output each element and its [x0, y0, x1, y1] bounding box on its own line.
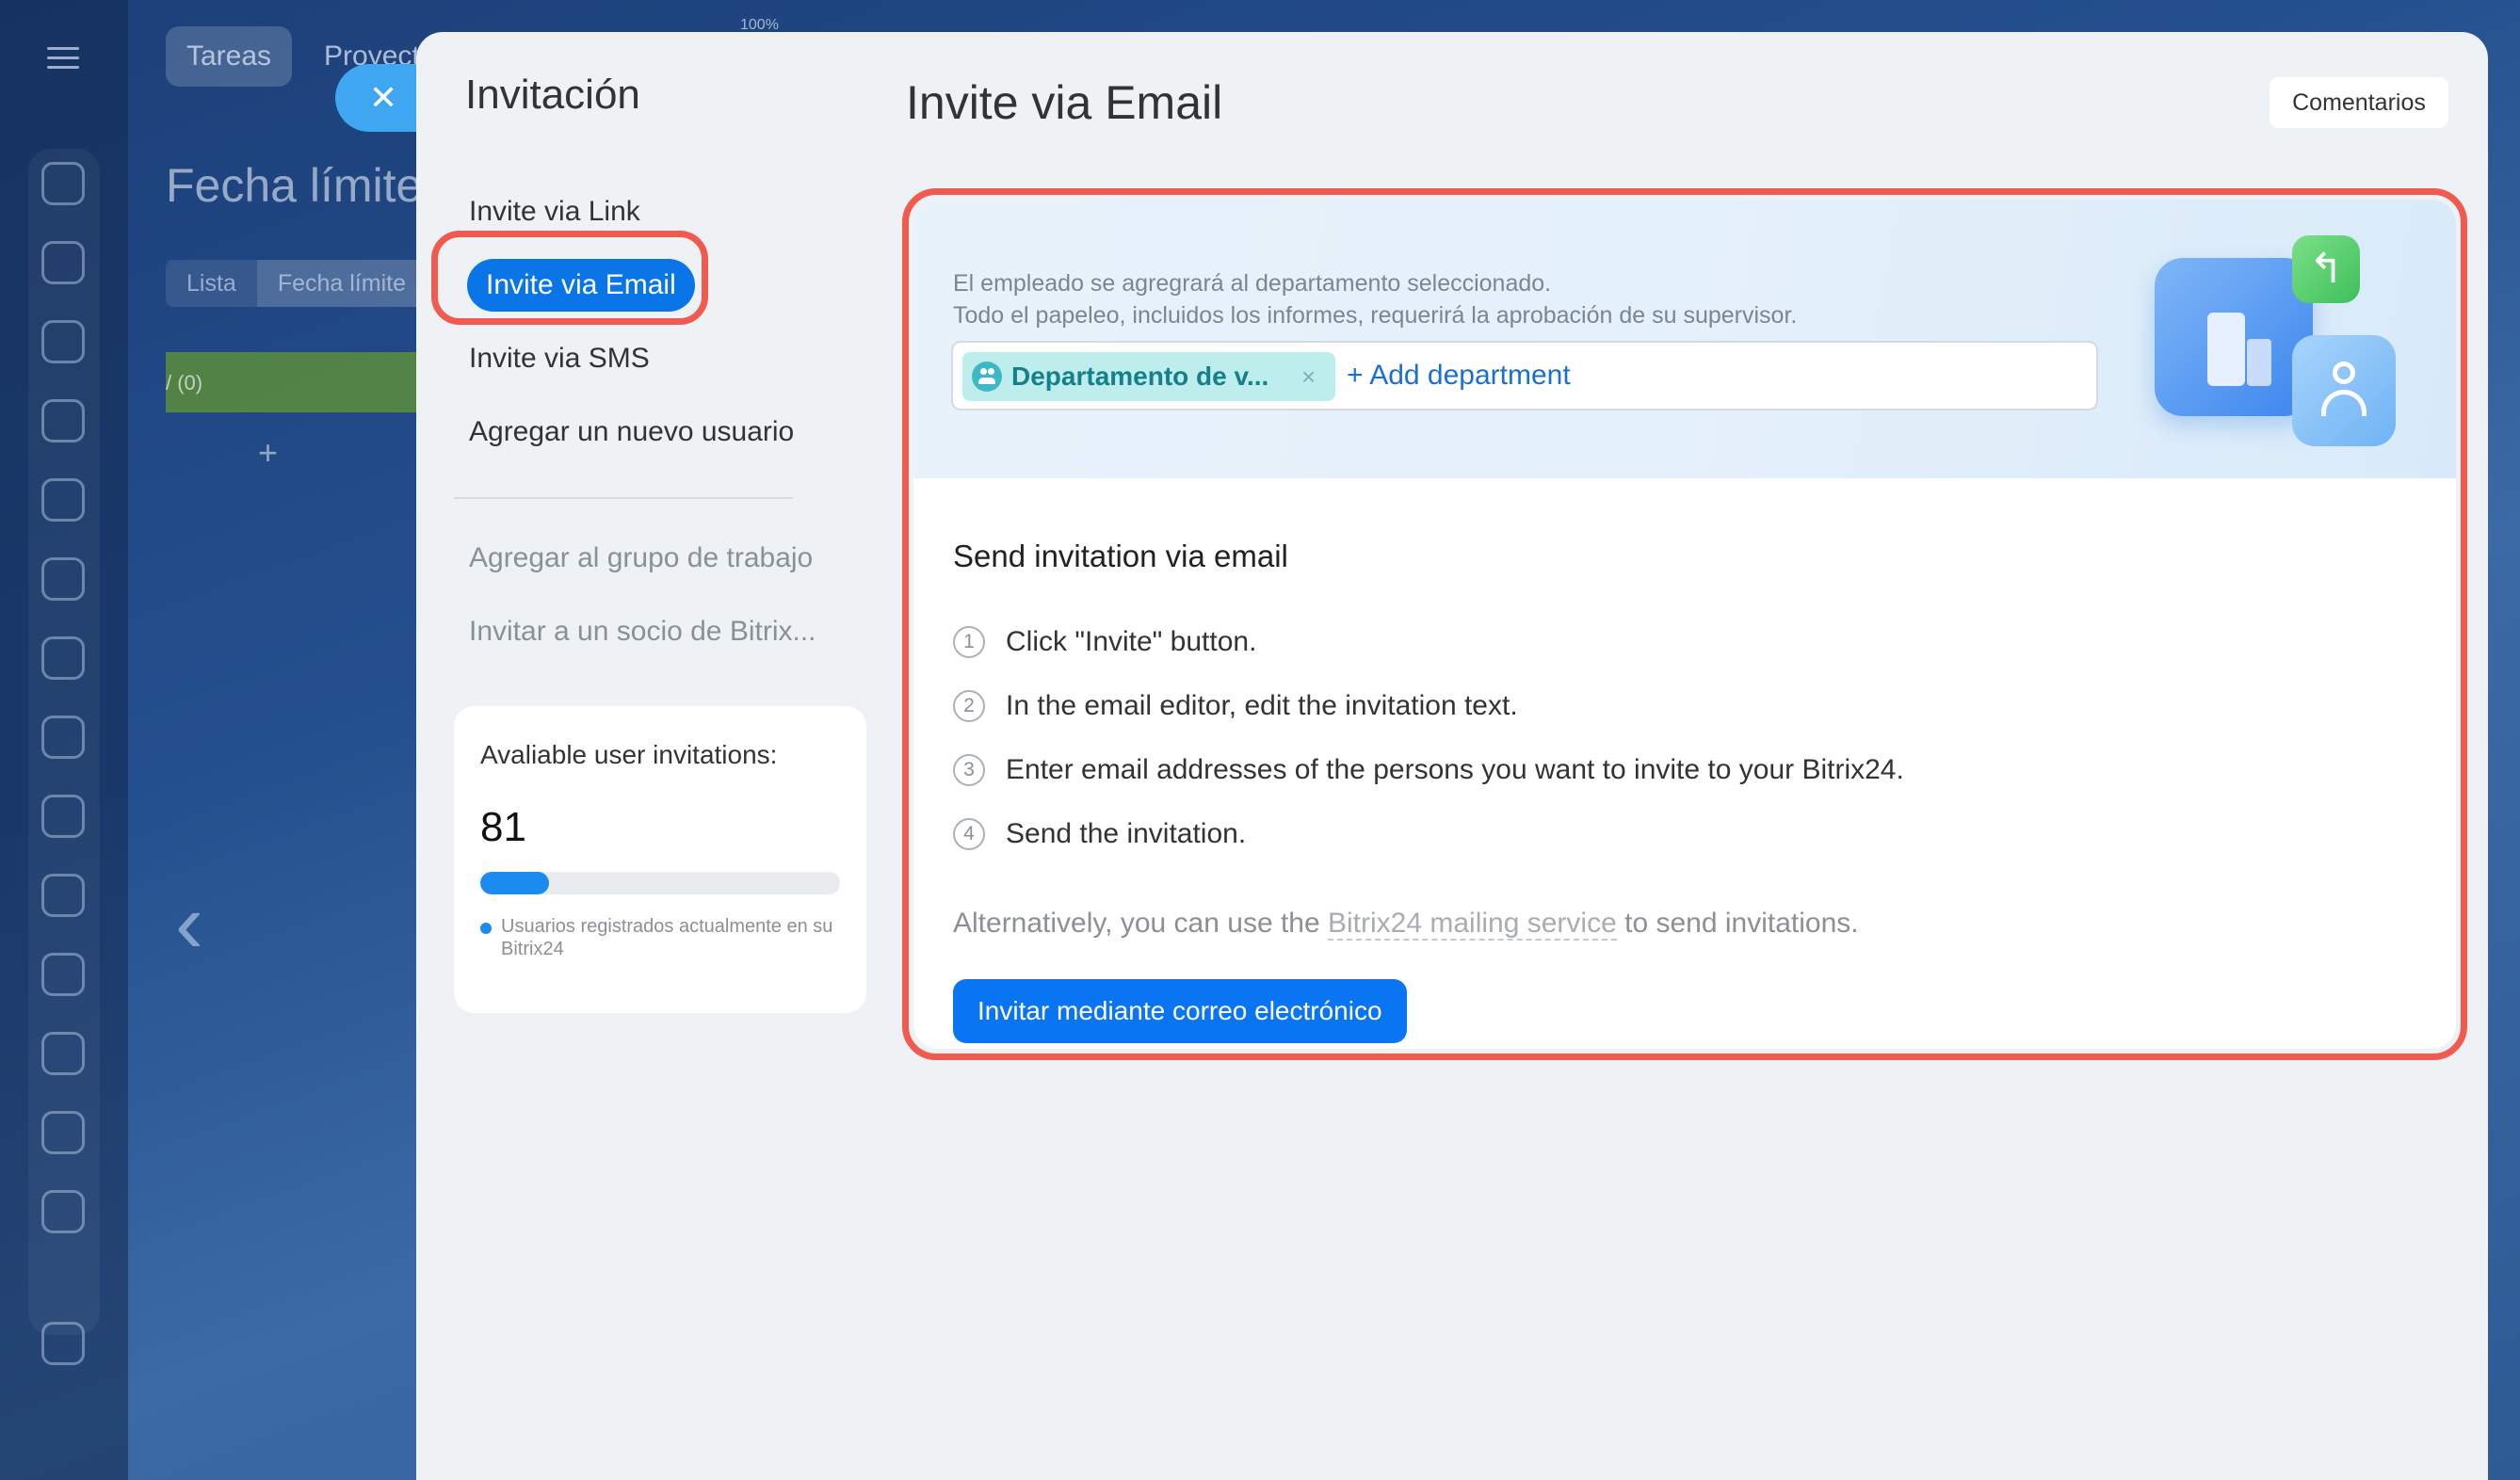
- bg-back-arrow-icon[interactable]: ‹: [175, 876, 203, 973]
- department-section: El empleado se agregrará al departamento…: [913, 200, 2456, 478]
- bg-view-switcher: Lista Fecha límite: [166, 260, 427, 307]
- steps-list: 1 Click "Invite" button. 2 In the email …: [953, 610, 1904, 866]
- drive-icon[interactable]: [41, 478, 85, 522]
- invitations-card: Avaliable user invitations: 81 Usuarios …: [454, 706, 866, 1013]
- comments-button[interactable]: Comentarios: [2270, 77, 2448, 128]
- alt-prefix: Alternatively, you can use the: [953, 908, 1328, 939]
- menu-icon[interactable]: [47, 47, 79, 70]
- nav-item-invite-partner[interactable]: Invitar a un socio de Bitrix...: [469, 616, 816, 648]
- nav-item-invite-email[interactable]: Invite via Email: [450, 249, 855, 322]
- step-text: Click "Invite" button.: [1006, 626, 1257, 657]
- nav-item-add-workgroup[interactable]: Agregar al grupo de trabajo: [469, 542, 813, 574]
- add-department-link[interactable]: + Add department: [1347, 343, 1571, 409]
- department-selector[interactable]: Departamento de v... × + Add department: [951, 341, 2098, 410]
- mailing-service-link[interactable]: Bitrix24 mailing service: [1328, 908, 1617, 941]
- remove-tag-icon[interactable]: ×: [1301, 352, 1316, 401]
- nav-item-label: Invite via Link: [469, 196, 640, 227]
- nav-item-invite-link[interactable]: Invite via Link: [450, 175, 855, 249]
- feed-icon[interactable]: [41, 320, 85, 363]
- invitations-legend: Usuarios registrados actualmente en su B…: [480, 915, 848, 960]
- invitation-panel: Invitación Invite via Link Invite via Em…: [416, 32, 2488, 1480]
- bg-page-title: Fecha límite: [166, 159, 423, 212]
- step-item: 3 Enter email addresses of the persons y…: [953, 738, 1904, 802]
- page-title: Invite via Email: [906, 76, 1223, 129]
- step-item: 4 Send the invitation.: [953, 802, 1904, 866]
- users-icon[interactable]: [41, 1190, 85, 1233]
- bg-view-deadline[interactable]: Fecha límite: [256, 260, 427, 307]
- card-icon[interactable]: [41, 1032, 85, 1075]
- invite-by-email-button[interactable]: Invitar mediante correo electrónico: [953, 979, 1407, 1043]
- department-hint: El empleado se agregrará al departamento…: [953, 267, 1797, 331]
- invitations-label: Avaliable user invitations:: [480, 740, 778, 769]
- store-icon[interactable]: [41, 874, 85, 917]
- user-head-icon: [2333, 362, 2355, 384]
- document-icon[interactable]: [41, 795, 85, 838]
- invitations-progress-bar: [480, 872, 840, 894]
- close-slider-button[interactable]: ✕: [335, 64, 429, 132]
- nav-item-label: Invite via Email: [467, 259, 695, 312]
- user-tile-icon: [2292, 335, 2396, 446]
- nav-title: Invitación: [465, 72, 640, 118]
- department-tag-label: Departamento de v...: [1011, 362, 1269, 391]
- step-number: 2: [953, 690, 985, 722]
- bg-tab-tasks[interactable]: Tareas: [166, 26, 293, 87]
- reply-arrow-icon: ↰: [2292, 235, 2360, 303]
- rail-icon-1[interactable]: [41, 162, 85, 205]
- building-annex-icon: [2247, 339, 2271, 386]
- bg-kanban-column: / (0): [166, 352, 429, 412]
- robot-icon[interactable]: [41, 716, 85, 759]
- building-tile-icon: [2155, 258, 2313, 416]
- left-rail: [0, 0, 128, 1480]
- step-number: 1: [953, 626, 985, 658]
- step-text: Send the invitation.: [1006, 818, 1247, 849]
- invitations-legend-text: Usuarios registrados actualmente en su B…: [501, 916, 833, 959]
- alternative-text: Alternatively, you can use the Bitrix24 …: [953, 908, 1859, 941]
- stream-icon[interactable]: [41, 953, 85, 996]
- invite-email-card: El empleado se agregrará al departamento…: [913, 200, 2456, 1049]
- invitations-progress-fill: [480, 872, 549, 894]
- nav-item-label: Agregar un nuevo usuario: [469, 416, 795, 447]
- step-item: 1 Click "Invite" button.: [953, 610, 1904, 674]
- filter-icon[interactable]: [41, 399, 85, 442]
- nav-item-invite-sms[interactable]: Invite via SMS: [450, 322, 855, 395]
- department-hint-line1: El empleado se agregrará al departamento…: [953, 270, 1552, 297]
- department-users-icon: [972, 362, 1002, 392]
- nav-item-label: Invite via SMS: [469, 343, 650, 374]
- chat-icon[interactable]: [41, 241, 85, 284]
- bg-column-label: / (0): [166, 371, 203, 394]
- close-icon: ✕: [369, 78, 398, 117]
- steps-title: Send invitation via email: [953, 539, 1288, 573]
- step-item: 2 In the email editor, edit the invitati…: [953, 674, 1904, 738]
- gear-icon[interactable]: [41, 1322, 85, 1365]
- nav-list: Invite via Link Invite via Email Invite …: [450, 175, 855, 469]
- user-body-icon: [2321, 390, 2367, 416]
- nav-item-add-user[interactable]: Agregar un nuevo usuario: [450, 395, 855, 469]
- department-tag[interactable]: Departamento de v... ×: [962, 352, 1335, 401]
- department-illustration: ↰: [2155, 235, 2418, 452]
- nav-divider: [454, 497, 793, 499]
- department-hint-line2: Todo el papeleo, incluidos los informes,…: [953, 302, 1798, 329]
- alt-suffix: to send invitations.: [1616, 908, 1859, 939]
- legend-dot-icon: [480, 923, 492, 934]
- step-text: In the email editor, edit the invitation…: [1006, 690, 1518, 721]
- step-number: 3: [953, 754, 985, 786]
- settings-icon[interactable]: [41, 557, 85, 601]
- step-text: Enter email addresses of the persons you…: [1006, 754, 1904, 785]
- calendar-icon[interactable]: [41, 636, 85, 680]
- bg-view-list[interactable]: Lista: [166, 260, 257, 307]
- invitations-count: 81: [480, 804, 526, 850]
- bg-add-icon[interactable]: +: [258, 433, 278, 473]
- mail-icon[interactable]: [41, 1111, 85, 1154]
- step-number: 4: [953, 818, 985, 850]
- building-icon: [2207, 313, 2245, 386]
